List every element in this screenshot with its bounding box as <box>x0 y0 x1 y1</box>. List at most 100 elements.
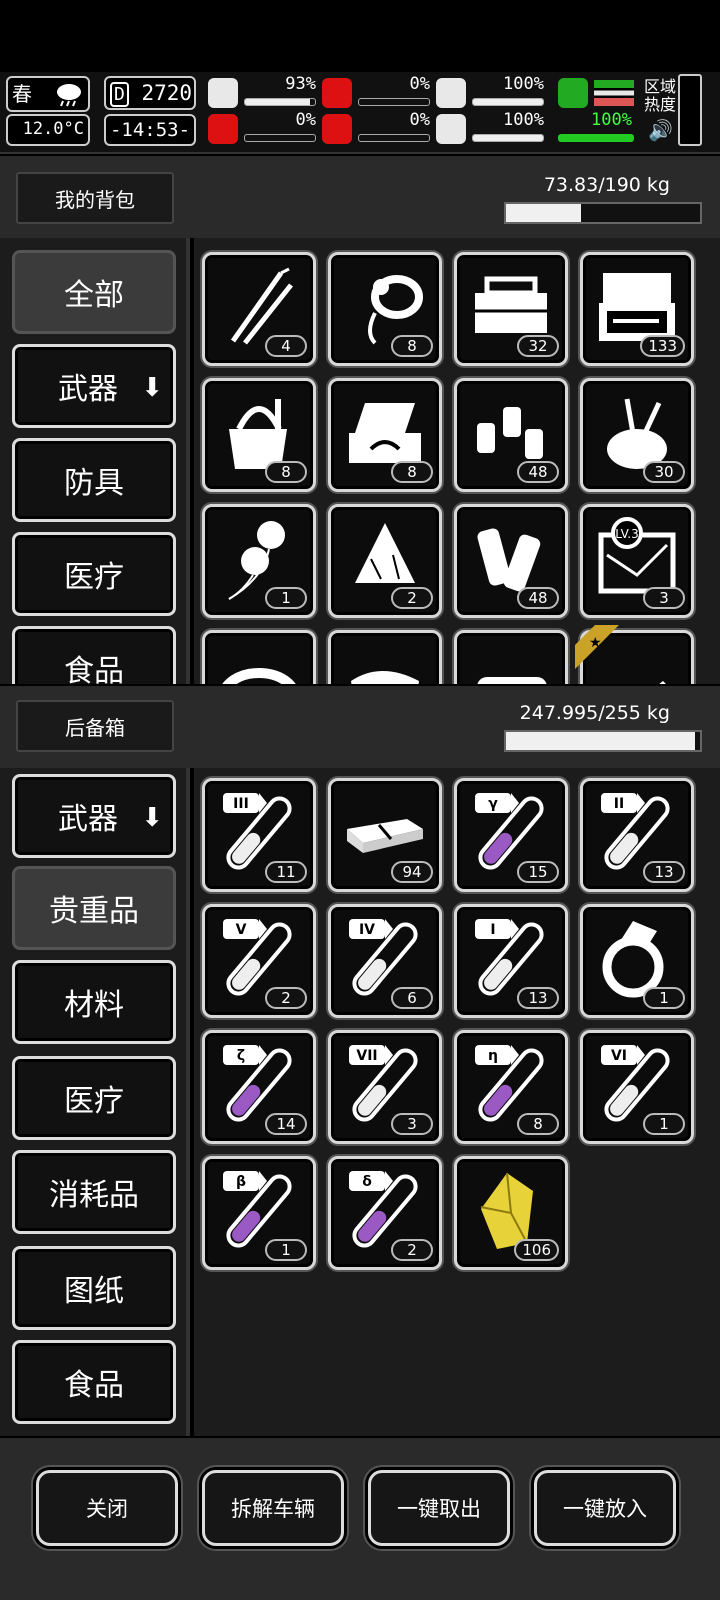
vial-icon[interactable]: VII 3 <box>328 1030 442 1144</box>
backpack-item-grid: 4 8 32 133 8 8 48 30 1 2 48 LV.3 3 ★ <box>194 238 720 684</box>
category-food[interactable]: 食品 <box>12 626 176 684</box>
vial-icon[interactable]: II 13 <box>580 778 694 892</box>
category-food[interactable]: 食品 <box>12 1340 176 1424</box>
toolbox-icon[interactable]: 32 <box>454 252 568 366</box>
star-badge-icon: ★ <box>575 625 619 669</box>
item-count: 3 <box>391 1113 433 1135</box>
item-count: 8 <box>517 1113 559 1135</box>
map-lv3-icon[interactable]: LV.3 3 <box>580 504 694 618</box>
vial-icon[interactable]: γ 15 <box>454 778 568 892</box>
category-label: 武器 <box>58 802 118 837</box>
vial-icon[interactable]: III 11 <box>202 778 316 892</box>
starred-gun-icon[interactable]: ★ <box>575 625 694 684</box>
lockpick-icon[interactable]: 4 <box>202 252 316 366</box>
item-count: 1 <box>265 1239 307 1261</box>
svg-text:★: ★ <box>589 635 602 651</box>
arrow-down-icon: ⬇ <box>141 803 163 833</box>
store-all-button[interactable]: 一键放入 <box>534 1470 676 1546</box>
season-weather[interactable]: 春 <box>6 76 90 112</box>
hunger-percent: 0% <box>409 74 430 94</box>
category-medical[interactable]: 医疗 <box>12 532 176 616</box>
bandage-roll-icon[interactable]: 48 <box>454 504 568 618</box>
item-count: 8 <box>391 461 433 483</box>
vial-icon[interactable]: ζ 14 <box>202 1030 316 1144</box>
category-label: 武器 <box>58 372 118 407</box>
item-count: 30 <box>643 461 685 483</box>
category-weapons[interactable]: 武器 ⬇ <box>12 774 176 858</box>
item-count: 48 <box>517 461 559 483</box>
item-count: 133 <box>640 335 685 357</box>
category-consumables[interactable]: 消耗品 <box>12 1150 176 1234</box>
category-label: 材料 <box>64 988 124 1023</box>
vial-icon[interactable]: VI 1 <box>580 1030 694 1144</box>
mood-bar <box>472 134 544 142</box>
item-count: 13 <box>517 987 559 1009</box>
vial-icon[interactable]: V2 <box>202 904 316 1018</box>
tool-bag-icon[interactable]: 8 <box>202 378 316 492</box>
clock-display: -14:53- <box>104 114 196 146</box>
category-materials[interactable]: 材料 <box>12 960 176 1044</box>
take-all-button[interactable]: 一键取出 <box>368 1470 510 1546</box>
sanity-percent: 0% <box>295 110 316 130</box>
category-label: 全部 <box>64 278 124 313</box>
scroll-icon[interactable] <box>454 630 568 684</box>
vial-tag-label: II <box>614 796 624 812</box>
item-count: 48 <box>517 587 559 609</box>
bandage-icon <box>436 78 466 108</box>
category-label: 食品 <box>64 654 124 684</box>
category-label: 贵重品 <box>49 894 139 929</box>
rope-icon[interactable]: 8 <box>328 252 442 366</box>
item-count: 94 <box>391 861 433 883</box>
vial-icon[interactable]: β1 <box>202 1156 316 1270</box>
category-medical[interactable]: 医疗 <box>12 1056 176 1140</box>
medkit-icon <box>208 78 238 108</box>
stamina-percent: 100% <box>591 110 632 130</box>
backpack-weight: 73.83/190 kg <box>543 174 670 196</box>
item-count: 1 <box>643 1113 685 1135</box>
ring-icon[interactable]: 1 <box>580 904 694 1018</box>
tool-case-icon[interactable]: 133 <box>580 252 694 366</box>
vial-tag-label: γ <box>488 796 498 812</box>
sanity-bar <box>244 134 316 142</box>
item-count: 1 <box>643 987 685 1009</box>
mood-percent: 100% <box>503 110 544 130</box>
item-count: 1 <box>265 587 307 609</box>
trunk-weight-bar <box>504 730 702 752</box>
repair-kit-icon[interactable]: 8 <box>328 378 442 492</box>
brush-pot-icon[interactable]: 30 <box>580 378 694 492</box>
item-count: 8 <box>391 335 433 357</box>
day-value: 2720 <box>141 81 193 105</box>
vial-icon[interactable]: η8 <box>454 1030 568 1144</box>
trunk-category-sidebar: 武器 ⬇ 贵重品 材料 医疗 消耗品 图纸 食品 <box>0 768 190 1436</box>
vial-tag-label: η <box>488 1048 498 1064</box>
category-valuables[interactable]: 贵重品 <box>12 866 176 950</box>
speaker-icon[interactable]: 🔊 <box>648 118 673 142</box>
trunk-item-grid: III 11 94 γ 15 II 13 V 2 IV 6 I 13 1 ζ 14 VII 3 η 8 VI 1 β 1 δ 2 1… <box>194 768 720 1436</box>
category-all[interactable]: 全部 <box>12 250 176 334</box>
category-label: 图纸 <box>64 1274 124 1309</box>
vial-tag-label: III <box>233 796 249 812</box>
gold-crystal-icon[interactable]: 106 <box>454 1156 568 1270</box>
rag-icon[interactable] <box>328 630 442 684</box>
dismantle-vehicle-button[interactable]: 拆解车辆 <box>202 1470 344 1546</box>
category-blueprints[interactable]: 图纸 <box>12 1246 176 1330</box>
cloth-icon[interactable]: 2 <box>328 504 442 618</box>
vial-icon[interactable]: IV 6 <box>328 904 442 1018</box>
close-button[interactable]: 关闭 <box>36 1470 178 1546</box>
temperature-display: 12.0°C <box>6 114 90 146</box>
temperature-value: 12.0°C <box>22 119 84 139</box>
chemical-bottles-icon[interactable]: 48 <box>454 378 568 492</box>
vial-icon[interactable]: I 13 <box>454 904 568 1018</box>
item-count: 8 <box>265 461 307 483</box>
category-label: 医疗 <box>64 560 124 595</box>
vial-icon[interactable]: δ2 <box>328 1156 442 1270</box>
item-count: 2 <box>265 987 307 1009</box>
cash-bundle-icon[interactable]: 94 <box>328 778 442 892</box>
armor-percent: 100% <box>503 74 544 94</box>
category-armor[interactable]: 防具 <box>12 438 176 522</box>
category-weapons[interactable]: 武器 ⬇ <box>12 344 176 428</box>
map-level-label: LV.3 <box>615 527 638 541</box>
category-label: 食品 <box>64 1368 124 1403</box>
balloon-icon[interactable]: 1 <box>202 504 316 618</box>
disc-icon[interactable] <box>202 630 316 684</box>
